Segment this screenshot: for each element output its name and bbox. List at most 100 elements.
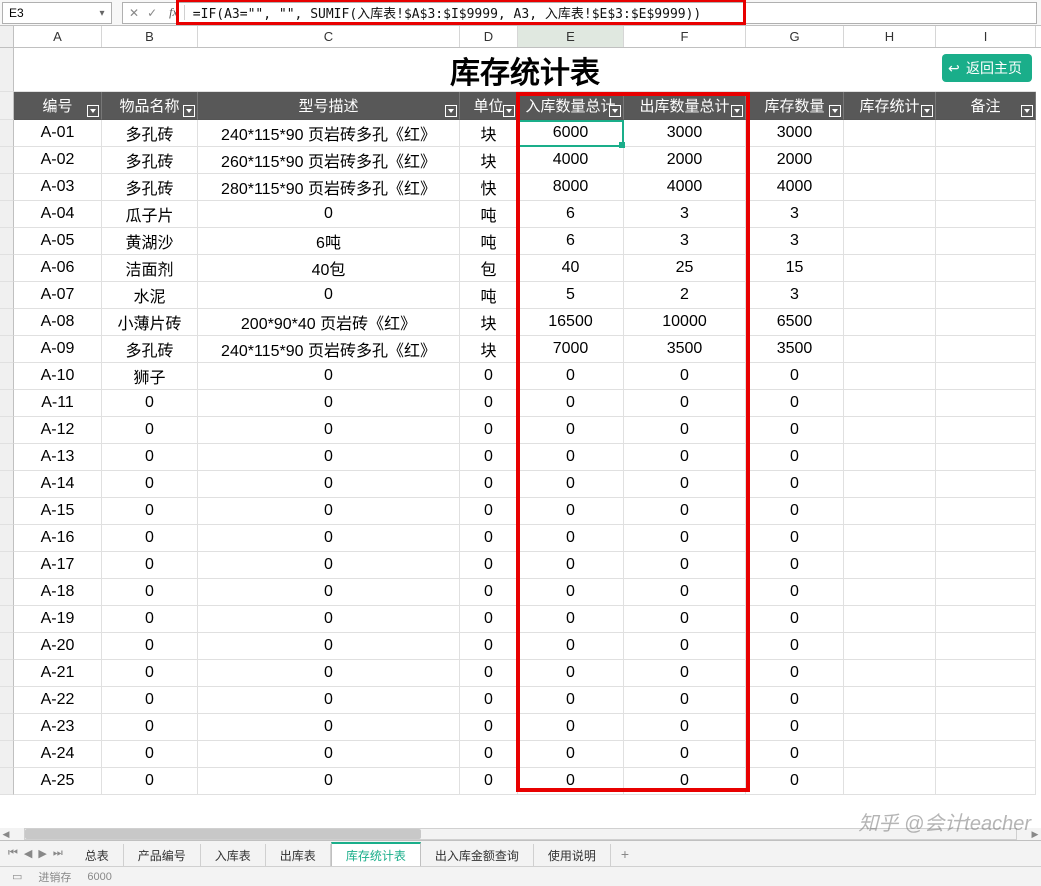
cell-out-qty[interactable]: 3 — [624, 228, 746, 255]
row-header-2[interactable] — [0, 92, 14, 120]
cell-stat[interactable] — [844, 498, 936, 525]
cell-model[interactable]: 6吨 — [198, 228, 460, 255]
cell-in-qty[interactable]: 0 — [518, 714, 624, 741]
cell-stock[interactable]: 0 — [746, 552, 844, 579]
cell-out-qty[interactable]: 0 — [624, 444, 746, 471]
row-header[interactable] — [0, 363, 14, 390]
cell-model[interactable]: 240*115*90 页岩砖多孔《红》 — [198, 336, 460, 363]
cell-model[interactable]: 40包 — [198, 255, 460, 282]
row-header[interactable] — [0, 714, 14, 741]
col-hdr-model[interactable]: 型号描述 — [198, 92, 460, 120]
cell-in-qty[interactable]: 0 — [518, 741, 624, 768]
cell-name[interactable]: 0 — [102, 579, 198, 606]
cell-model[interactable]: 0 — [198, 633, 460, 660]
cell-stat[interactable] — [844, 579, 936, 606]
cell-model[interactable]: 0 — [198, 741, 460, 768]
col-header-H[interactable]: H — [844, 26, 936, 47]
row-header[interactable] — [0, 120, 14, 147]
cell-remark[interactable] — [936, 471, 1036, 498]
fx-icon[interactable]: fx — [163, 5, 185, 20]
col-header-G[interactable]: G — [746, 26, 844, 47]
cell-stat[interactable] — [844, 417, 936, 444]
row-header[interactable] — [0, 606, 14, 633]
cell-id[interactable]: A-21 — [14, 660, 102, 687]
tab-nav-prev-icon[interactable]: ◀ — [22, 847, 34, 860]
tab-nav-last-icon[interactable]: ⏭ — [51, 847, 65, 860]
sheet-tab[interactable]: 库存统计表 — [331, 842, 421, 866]
cell-model[interactable]: 0 — [198, 525, 460, 552]
cell-id[interactable]: A-24 — [14, 741, 102, 768]
col-hdr-stock[interactable]: 库存数量 — [746, 92, 844, 120]
cell-unit[interactable]: 吨 — [460, 201, 518, 228]
cell-id[interactable]: A-08 — [14, 309, 102, 336]
cell-stat[interactable] — [844, 282, 936, 309]
cell-in-qty[interactable]: 0 — [518, 687, 624, 714]
cell-stock[interactable]: 3 — [746, 228, 844, 255]
cell-id[interactable]: A-18 — [14, 579, 102, 606]
cell-remark[interactable] — [936, 255, 1036, 282]
cell-in-qty[interactable]: 0 — [518, 363, 624, 390]
row-header[interactable] — [0, 309, 14, 336]
formula-input[interactable]: =IF(A3="", "", SUMIF(入库表!$A$3:$I$9999, A… — [185, 3, 1036, 23]
cell-unit[interactable]: 块 — [460, 147, 518, 174]
cell-model[interactable]: 0 — [198, 498, 460, 525]
cell-stock[interactable]: 0 — [746, 417, 844, 444]
cell-out-qty[interactable]: 25 — [624, 255, 746, 282]
cell-out-qty[interactable]: 0 — [624, 498, 746, 525]
cell-model[interactable]: 0 — [198, 444, 460, 471]
col-header-E[interactable]: E — [518, 26, 624, 47]
cell-unit[interactable]: 0 — [460, 606, 518, 633]
cell-model[interactable]: 0 — [198, 606, 460, 633]
cell-id[interactable]: A-12 — [14, 417, 102, 444]
cell-remark[interactable] — [936, 498, 1036, 525]
cell-in-qty[interactable]: 0 — [518, 498, 624, 525]
cell-stock[interactable]: 0 — [746, 660, 844, 687]
filter-icon[interactable] — [445, 105, 457, 117]
cell-stock[interactable]: 3500 — [746, 336, 844, 363]
cell-stock[interactable]: 15 — [746, 255, 844, 282]
filter-icon[interactable] — [503, 105, 515, 117]
cell-out-qty[interactable]: 0 — [624, 714, 746, 741]
cell-stat[interactable] — [844, 552, 936, 579]
col-header-C[interactable]: C — [198, 26, 460, 47]
cell-remark[interactable] — [936, 579, 1036, 606]
cell-stat[interactable] — [844, 606, 936, 633]
cell-in-qty[interactable]: 6 — [518, 201, 624, 228]
cell-name[interactable]: 多孔砖 — [102, 147, 198, 174]
scroll-right-icon[interactable]: ▶ — [1029, 828, 1041, 840]
cell-in-qty[interactable]: 6000 — [518, 120, 624, 147]
cell-name[interactable]: 0 — [102, 741, 198, 768]
cell-out-qty[interactable]: 0 — [624, 633, 746, 660]
scroll-left-icon[interactable]: ◀ — [0, 828, 12, 840]
cell-stat[interactable] — [844, 228, 936, 255]
cell-in-qty[interactable]: 0 — [518, 417, 624, 444]
cell-id[interactable]: A-23 — [14, 714, 102, 741]
cell-model[interactable]: 280*115*90 页岩砖多孔《红》 — [198, 174, 460, 201]
cell-stock[interactable]: 0 — [746, 606, 844, 633]
filter-icon[interactable] — [87, 105, 99, 117]
filter-icon[interactable] — [183, 105, 195, 117]
cancel-icon[interactable]: ✕ — [129, 6, 139, 20]
col-header-D[interactable]: D — [460, 26, 518, 47]
row-header[interactable] — [0, 174, 14, 201]
cell-out-qty[interactable]: 0 — [624, 417, 746, 444]
cell-remark[interactable] — [936, 714, 1036, 741]
cell-out-qty[interactable]: 3 — [624, 201, 746, 228]
cell-id[interactable]: A-11 — [14, 390, 102, 417]
cell-unit[interactable]: 0 — [460, 741, 518, 768]
row-header[interactable] — [0, 471, 14, 498]
col-header-A[interactable]: A — [14, 26, 102, 47]
sheet-tab[interactable]: 使用说明 — [534, 844, 611, 866]
col-hdr-in[interactable]: 入库数量总计 — [518, 92, 624, 120]
cell-stat[interactable] — [844, 444, 936, 471]
cell-in-qty[interactable]: 0 — [518, 579, 624, 606]
cell-unit[interactable]: 0 — [460, 498, 518, 525]
col-hdr-remark[interactable]: 备注 — [936, 92, 1036, 120]
cell-stock[interactable]: 0 — [746, 363, 844, 390]
cell-name[interactable]: 0 — [102, 714, 198, 741]
cell-name[interactable]: 0 — [102, 660, 198, 687]
cell-unit[interactable]: 0 — [460, 687, 518, 714]
cell-stat[interactable] — [844, 336, 936, 363]
cell-remark[interactable] — [936, 525, 1036, 552]
cell-stat[interactable] — [844, 201, 936, 228]
